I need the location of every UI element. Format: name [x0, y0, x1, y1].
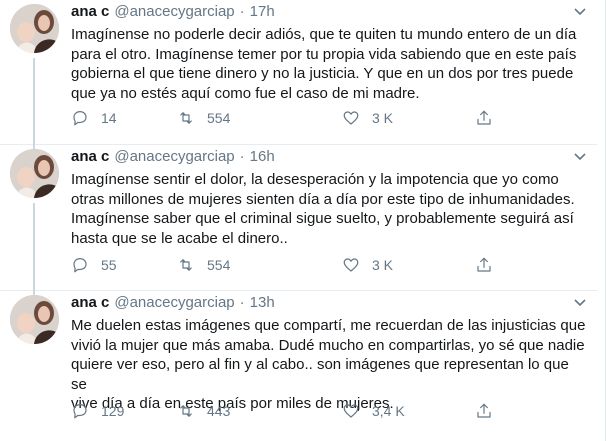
like-button[interactable]: 3 K: [342, 255, 393, 275]
tweet-text: Imagínense sentir el dolor, la desespera…: [71, 171, 575, 247]
heart-icon: [343, 111, 359, 125]
heart-icon: [343, 404, 359, 418]
avatar[interactable]: [10, 295, 59, 344]
share-button[interactable]: [475, 401, 505, 421]
share-icon: [477, 110, 491, 125]
author-handle[interactable]: @anacecygarciap: [114, 294, 234, 311]
timestamp[interactable]: 16h: [250, 148, 275, 165]
tweet[interactable]: ana c @anacecygarciap · 16h Imagínense s…: [0, 145, 597, 291]
separator: ·: [239, 148, 245, 165]
retweet-count: 554: [207, 110, 231, 126]
retweet-icon: [180, 112, 192, 124]
like-count: 3 K: [372, 257, 394, 273]
reply-icon: [73, 404, 87, 419]
heart-icon: [343, 258, 359, 272]
tweet-thread: ana c @anacecygarciap · 17h Imagínense n…: [0, 0, 606, 441]
reply-icon: [73, 111, 87, 126]
reply-count: 55: [101, 257, 117, 273]
author-handle[interactable]: @anacecygarciap: [114, 3, 234, 20]
chevron-down-icon[interactable]: [573, 298, 587, 308]
author-handle[interactable]: @anacecygarciap: [114, 148, 234, 165]
tweet-header: ana c @anacecygarciap · 17h: [71, 3, 587, 23]
author-name[interactable]: ana c: [71, 3, 109, 20]
reply-icon: [73, 258, 87, 273]
thread-line: [33, 203, 35, 291]
like-button[interactable]: 3,4 K: [342, 401, 405, 421]
thread-line: [33, 58, 35, 145]
tweet-body: ana c @anacecygarciap · 17h Imagínense n…: [71, 3, 587, 103]
tweet-header: ana c @anacecygarciap · 13h: [71, 294, 587, 314]
reply-count: 129: [101, 403, 125, 419]
retweet-count: 443: [207, 403, 231, 419]
timestamp[interactable]: 13h: [250, 294, 275, 311]
avatar[interactable]: [10, 4, 59, 53]
avatar[interactable]: [10, 149, 59, 198]
author-name[interactable]: ana c: [71, 148, 109, 165]
share-icon: [477, 257, 491, 272]
avatar-photo: [10, 295, 59, 344]
avatar-photo: [10, 149, 59, 198]
tweet-text: Me duelen estas imágenes que compartí, m…: [71, 317, 586, 413]
tweet-body: ana c @anacecygarciap · 16h Imagínense s…: [71, 148, 587, 248]
reply-count: 14: [101, 110, 117, 126]
like-count: 3,4 K: [372, 403, 405, 419]
chevron-down-icon[interactable]: [573, 152, 587, 162]
retweet-count: 554: [207, 257, 231, 273]
reply-button[interactable]: 129: [71, 401, 124, 421]
tweet-text: Imagínense no poderle decir adiós, que t…: [71, 26, 577, 102]
tweet-actions: 55 554 3 K: [71, 255, 511, 275]
retweet-button[interactable]: 554: [177, 108, 230, 128]
like-button[interactable]: 3 K: [342, 108, 393, 128]
share-button[interactable]: [475, 108, 505, 128]
retweet-icon: [180, 405, 192, 417]
separator: ·: [239, 3, 245, 20]
tweet-body: ana c @anacecygarciap · 13h Me duelen es…: [71, 294, 587, 414]
reply-button[interactable]: 55: [71, 255, 117, 275]
tweet[interactable]: ana c @anacecygarciap · 17h Imagínense n…: [0, 0, 597, 145]
retweet-button[interactable]: 443: [177, 401, 230, 421]
retweet-button[interactable]: 554: [177, 255, 230, 275]
tweet-actions: 129 443 3,4 K: [71, 401, 511, 421]
share-button[interactable]: [475, 255, 505, 275]
avatar-photo: [10, 4, 59, 53]
chevron-down-icon[interactable]: [573, 7, 587, 17]
tweet-actions: 14 554 3 K: [71, 108, 511, 128]
share-icon: [477, 403, 491, 418]
tweet-header: ana c @anacecygarciap · 16h: [71, 148, 587, 168]
like-count: 3 K: [372, 110, 394, 126]
retweet-icon: [180, 259, 192, 271]
timestamp[interactable]: 17h: [250, 3, 275, 20]
reply-button[interactable]: 14: [71, 108, 117, 128]
separator: ·: [239, 294, 245, 311]
tweet[interactable]: ana c @anacecygarciap · 13h Me duelen es…: [0, 291, 597, 441]
author-name[interactable]: ana c: [71, 294, 109, 311]
